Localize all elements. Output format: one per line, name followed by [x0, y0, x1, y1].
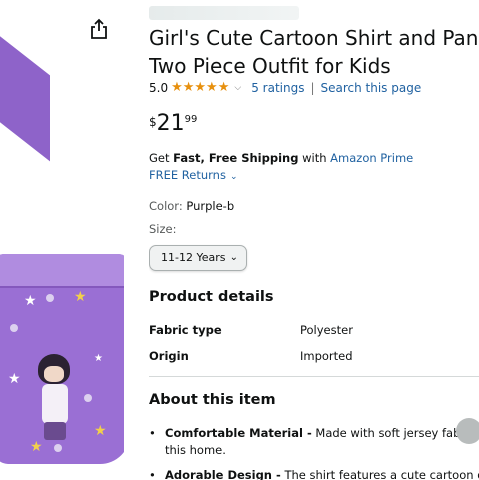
ratings-count-link[interactable]: 5 ratings: [251, 80, 304, 96]
bullet-lead: Comfortable Material -: [165, 426, 312, 440]
size-label: Size:: [149, 222, 177, 236]
details-value: Imported: [300, 349, 353, 363]
price-symbol: $: [149, 115, 157, 129]
star-print: ★: [94, 423, 107, 439]
store-link-blurred: [149, 6, 299, 20]
bullet-dot: •: [149, 426, 156, 440]
size-dropdown[interactable]: 11-12 Years ⌄: [149, 245, 247, 271]
bullet-body: The shirt features a cute cartoon grap: [284, 468, 479, 480]
about-this-item-heading: About this item: [149, 392, 276, 408]
star-print: ★: [94, 353, 103, 364]
dot-print: [84, 394, 92, 402]
bullet-text: Adorable Design - The shirt features a c…: [165, 467, 479, 480]
details-key: Fabric type: [149, 323, 222, 337]
amazon-prime-link[interactable]: Amazon Prime: [330, 151, 413, 165]
star-rating-icon[interactable]: ★★★★★: [171, 80, 229, 96]
product-title: Girl's Cute Cartoon Shirt and Pants Two …: [149, 26, 479, 78]
product-image[interactable]: ★ ★ ★ ★ ★ ★: [0, 0, 124, 480]
search-this-page-link[interactable]: Search this page: [321, 80, 422, 96]
price-fraction: 99: [184, 114, 198, 125]
chevron-down-icon[interactable]: ⌵: [234, 80, 241, 96]
bullet-text: Comfortable Material - Made with soft je…: [165, 425, 479, 459]
section-divider: [149, 376, 479, 377]
shipping-info: Get Fast, Free Shipping with Amazon Prim…: [149, 150, 413, 166]
shipping-with: with: [302, 151, 327, 165]
product-info-panel: Girl's Cute Cartoon Shirt and Pants Two …: [149, 0, 479, 480]
rating-separator: |: [310, 81, 315, 95]
details-value: Polyester: [300, 323, 353, 337]
free-returns-link[interactable]: FREE Returns ⌄: [149, 167, 238, 185]
chevron-down-icon: ⌄: [229, 172, 238, 182]
price: $ 21 99: [149, 112, 197, 136]
color-label: Color:: [149, 199, 183, 213]
share-icon[interactable]: [90, 18, 108, 40]
floating-action-button[interactable]: [456, 418, 479, 444]
shirt-image-part: [0, 20, 50, 162]
dot-print: [54, 444, 62, 452]
size-selected-value: 11-12 Years: [161, 251, 226, 264]
product-details-heading: Product details: [149, 289, 274, 305]
rating-value: 5.0: [149, 81, 169, 95]
cartoon-character: [32, 354, 78, 440]
shipping-prefix: Get: [149, 151, 170, 165]
color-row: Color: Purple-b: [149, 198, 234, 214]
free-returns-label: FREE Returns: [149, 168, 226, 182]
star-print: ★: [8, 371, 21, 387]
dot-print: [46, 294, 54, 302]
chevron-down-icon: ⌄: [229, 252, 238, 263]
details-key: Origin: [149, 349, 189, 363]
dot-print: [10, 324, 18, 332]
bullet-dot: •: [149, 468, 156, 480]
rating-row: 5.0 ★★★★★ ⌵ 5 ratings | Search this page: [149, 80, 479, 96]
star-print: ★: [74, 289, 87, 305]
shorts-image-part: ★ ★ ★ ★ ★ ★: [0, 254, 124, 464]
fast-free-shipping: Fast, Free Shipping: [173, 151, 299, 165]
star-print: ★: [30, 439, 43, 455]
star-print: ★: [24, 293, 37, 309]
bullet-lead: Adorable Design -: [165, 468, 281, 480]
shorts-waistband: [0, 254, 124, 288]
price-whole: 21: [156, 111, 185, 136]
color-value: Purple-b: [186, 199, 235, 213]
